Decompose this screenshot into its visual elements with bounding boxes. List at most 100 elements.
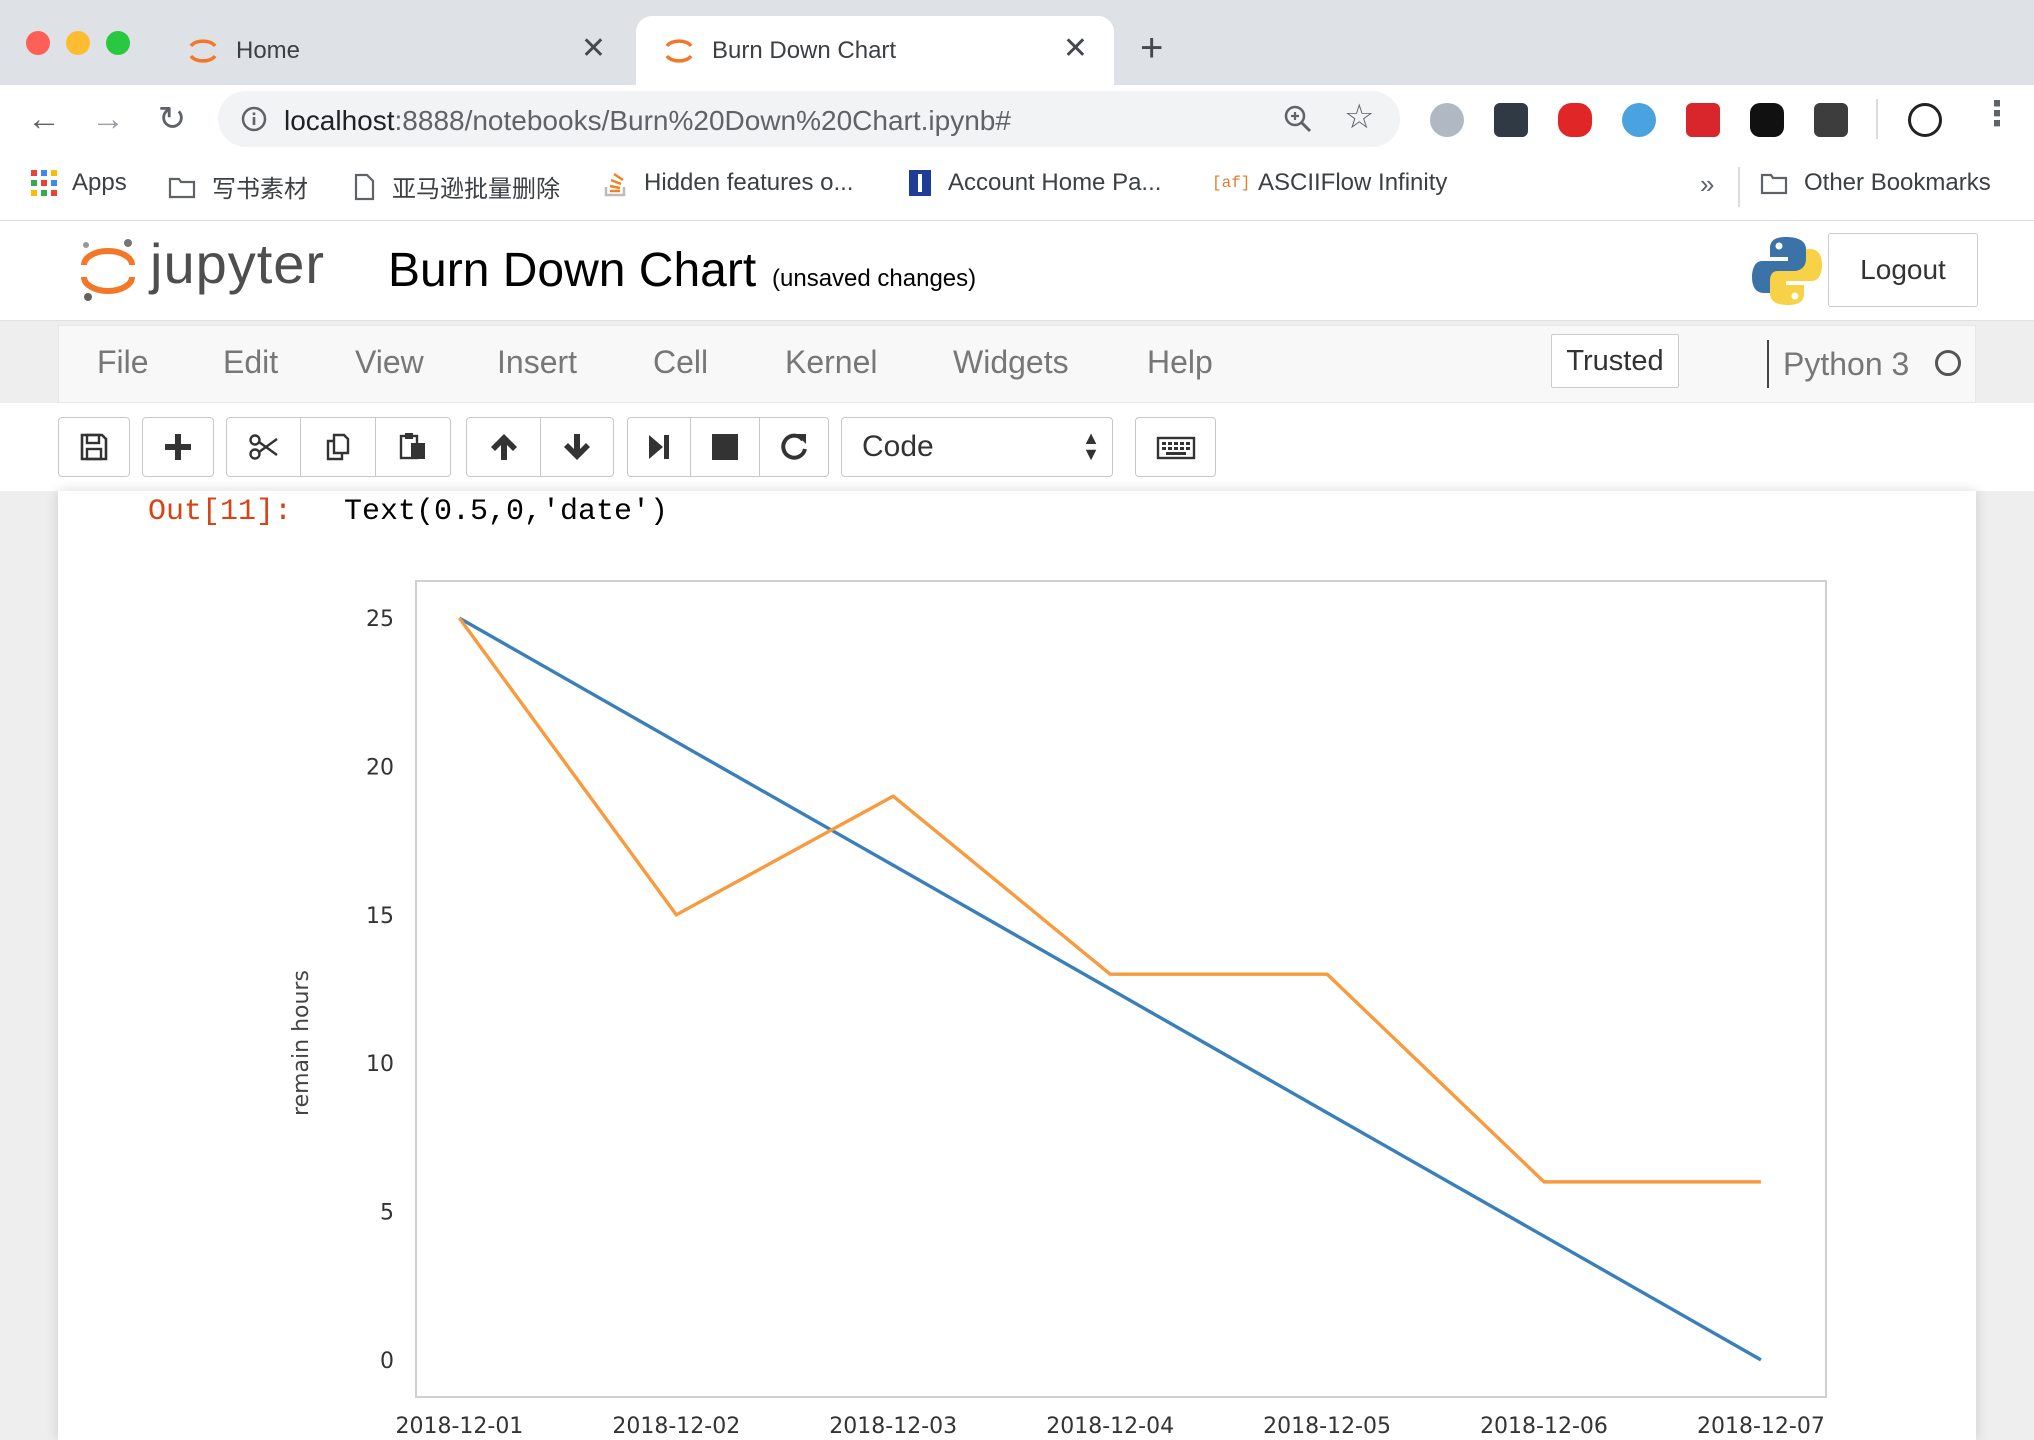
x-tick-label: 2018-12-04: [1046, 1414, 1174, 1439]
menu-kernel[interactable]: Kernel: [785, 344, 878, 381]
keyboard-icon: [1156, 436, 1195, 460]
notebook-menubar: File Edit View Insert Cell Kernel Widget…: [58, 325, 1976, 403]
paste-icon: [399, 433, 425, 460]
bookmark-hidden-features[interactable]: Hidden features o...: [602, 169, 853, 197]
tab-home[interactable]: Home ✕: [160, 16, 632, 85]
bookmark-account-home[interactable]: Account Home Pa...: [906, 169, 1161, 197]
y-tick-label: 25: [366, 607, 394, 632]
y-tick-label: 20: [366, 755, 394, 780]
menu-file[interactable]: File: [97, 344, 149, 381]
save-status: (unsaved changes): [772, 265, 977, 292]
menu-view[interactable]: View: [355, 344, 424, 381]
menu-edit[interactable]: Edit: [223, 344, 278, 381]
move-down-button[interactable]: [540, 417, 614, 477]
y-axis-label: remain hours: [289, 970, 314, 1116]
extension-glasses-icon[interactable]: [1750, 103, 1784, 137]
command-palette-button[interactable]: [1135, 417, 1216, 477]
notebook-title[interactable]: Burn Down Chart: [388, 243, 756, 298]
y-tick-label: 10: [366, 1052, 394, 1077]
folder-icon: [1760, 173, 1788, 195]
jupyter-logo-text[interactable]: jupyter: [150, 231, 325, 296]
extension-dots-icon[interactable]: [1686, 103, 1720, 137]
insert-cell-button[interactable]: [142, 417, 214, 477]
tab-burn-down-chart[interactable]: Burn Down Chart ✕: [636, 16, 1114, 85]
close-tab-icon[interactable]: ✕: [1063, 34, 1088, 64]
y-tick-label: 15: [366, 904, 394, 929]
menu-cell[interactable]: Cell: [653, 344, 708, 381]
forward-icon[interactable]: →: [88, 99, 128, 139]
logout-button[interactable]: Logout: [1828, 233, 1978, 307]
address-bar[interactable]: localhost:8888/notebooks/Burn%20Down%20C…: [218, 91, 1400, 147]
bookmarks-overflow-icon[interactable]: »: [1700, 169, 1714, 200]
url-path: :8888/notebooks/Burn%20Down%20Chart.ipyn…: [394, 105, 1011, 136]
browser-toolbar: ← → ↻ localhost:8888/notebooks/Burn%20Do…: [0, 85, 2034, 153]
back-icon[interactable]: ←: [24, 99, 64, 139]
bookmark-label: Apps: [72, 169, 127, 196]
jupyter-tab-icon: [189, 38, 217, 63]
toolbar-divider: [1876, 99, 1878, 139]
save-button[interactable]: [58, 417, 130, 477]
step-forward-icon: [649, 435, 669, 459]
plus-icon: [165, 434, 191, 460]
menu-insert[interactable]: Insert: [497, 344, 577, 381]
x-tick-label: 2018-12-06: [1480, 1414, 1608, 1439]
extension-se-icon[interactable]: [1814, 103, 1848, 137]
scissors-icon: [248, 434, 278, 460]
profile-icon[interactable]: [1908, 103, 1942, 137]
bookmark-label: 写书素材: [212, 176, 308, 203]
extension-x-icon[interactable]: [1494, 103, 1528, 137]
bookmark-label: Hidden features o...: [644, 169, 854, 196]
extension-circle-icon[interactable]: [1430, 103, 1464, 137]
cell-type-value: Code: [862, 430, 934, 463]
y-tick-label: 5: [380, 1201, 394, 1226]
close-window-button[interactable]: [26, 31, 50, 55]
paste-button[interactable]: [375, 417, 451, 477]
bookmark-folder-writing[interactable]: 写书素材: [166, 169, 308, 204]
bookmarks-divider: [1738, 167, 1740, 207]
jupyter-logo-icon[interactable]: [78, 235, 138, 305]
x-tick-label: 2018-12-02: [612, 1414, 740, 1439]
zoom-icon[interactable]: [1282, 103, 1314, 135]
interrupt-kernel-button[interactable]: [690, 417, 760, 477]
close-tab-icon[interactable]: ✕: [581, 34, 606, 64]
bookmarks-bar: Apps 写书素材 亚马逊批量删除 Hidden features o... A…: [0, 153, 2034, 221]
bookmark-label: 亚马逊批量删除: [392, 176, 560, 203]
extension-stop-icon[interactable]: [1558, 103, 1592, 137]
stackoverflow-icon: [604, 172, 626, 197]
arrow-up-icon: [490, 434, 517, 460]
bookmark-label: Other Bookmarks: [1804, 169, 1991, 196]
cell-type-select[interactable]: Code ▲ ▼: [841, 417, 1113, 477]
move-up-button[interactable]: [466, 417, 541, 477]
bookmark-other[interactable]: Other Bookmarks: [1758, 169, 1991, 197]
x-tick-label: 2018-12-05: [1263, 1414, 1391, 1439]
menu-widgets[interactable]: Widgets: [953, 344, 1069, 381]
bookmark-label: Account Home Pa...: [948, 169, 1162, 196]
tab-title: Burn Down Chart: [712, 36, 897, 64]
bookmark-amazon-delete[interactable]: 亚马逊批量删除: [350, 169, 560, 204]
x-tick-label: 2018-12-03: [829, 1414, 957, 1439]
extension-v-icon[interactable]: [1622, 103, 1656, 137]
bookmark-asciiflow[interactable]: [af] ASCIIFlow Infinity: [1212, 169, 1447, 197]
copy-button[interactable]: [300, 417, 376, 477]
minimize-window-button[interactable]: [66, 31, 90, 55]
burn-down-chart: 2018-12-01 2018-12-02 2018-12-03 2018-12-04…: [289, 580, 1827, 1439]
cut-button[interactable]: [226, 417, 301, 477]
info-icon[interactable]: [240, 105, 268, 133]
kernel-name[interactable]: Python 3: [1783, 346, 1909, 383]
run-cell-button[interactable]: [627, 417, 691, 477]
apps-grid-icon: [31, 170, 57, 196]
restart-kernel-button[interactable]: [759, 417, 829, 477]
url-host: localhost: [284, 105, 395, 136]
browser-menu-icon[interactable]: ⋮: [1980, 97, 2014, 131]
jupyter-tab-icon: [665, 38, 693, 63]
asciiflow-icon: [af]: [1212, 174, 1251, 192]
arrow-down-icon: [564, 434, 590, 460]
trusted-indicator[interactable]: Trusted: [1551, 334, 1679, 388]
bookmark-star-icon[interactable]: ☆: [1344, 97, 1374, 137]
bookmark-apps[interactable]: Apps: [30, 169, 127, 197]
zoom-window-button[interactable]: [106, 31, 130, 55]
new-tab-icon[interactable]: +: [1140, 28, 1163, 68]
reload-icon[interactable]: ↻: [152, 99, 192, 139]
menu-help[interactable]: Help: [1147, 344, 1213, 381]
stop-icon: [712, 434, 738, 460]
